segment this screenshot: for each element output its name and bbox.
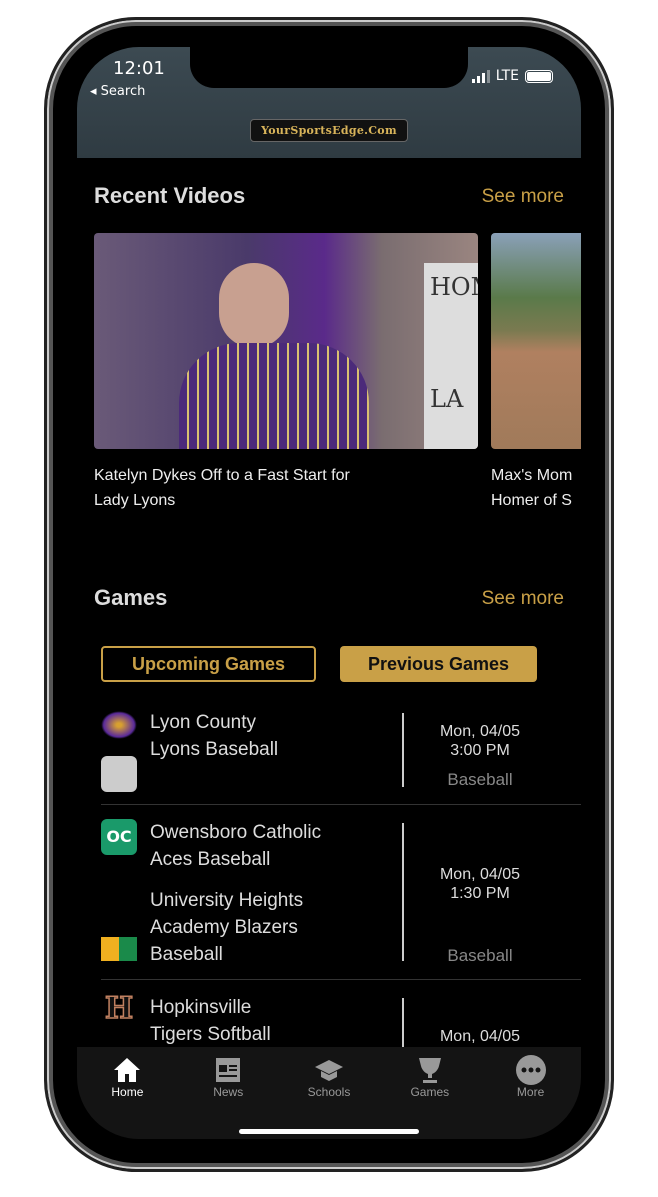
newspaper-icon: [178, 1055, 279, 1085]
tab-label: Schools: [307, 1085, 351, 1099]
tab-label: More: [516, 1085, 545, 1099]
divider: [402, 823, 404, 961]
game-date: Mon, 04/05: [439, 1028, 521, 1045]
games-see-more[interactable]: See more: [482, 588, 564, 610]
back-label: Search: [100, 84, 146, 99]
tab-label: Games: [410, 1085, 450, 1099]
home-indicator[interactable]: [239, 1129, 419, 1134]
game-row[interactable]: H Hopkinsville Tigers Softball Mon, 04/0…: [101, 991, 581, 1058]
thumbnail-sign: HOM LA: [424, 263, 478, 449]
row-separator: [101, 804, 581, 805]
game-date: Mon, 04/05: [439, 723, 521, 740]
tab-bar: Home News Schools Games More: [77, 1047, 581, 1139]
graduation-cap-icon: [279, 1055, 380, 1085]
team-name: Hopkinsville Tigers Softball: [150, 997, 271, 1045]
game-sport: Baseball: [447, 946, 513, 965]
back-to-search[interactable]: ◂ Search: [90, 84, 145, 99]
status-time: 12:01: [113, 58, 165, 79]
network-label: LTE: [495, 68, 519, 84]
trophy-icon: [379, 1055, 480, 1085]
tab-upcoming-games[interactable]: Upcoming Games: [101, 646, 316, 682]
battery-icon: [525, 69, 553, 83]
thumbnail-face: [219, 263, 289, 348]
game-sport: Baseball: [447, 770, 513, 789]
owensboro-catholic-logo: OC: [101, 819, 137, 855]
video-thumbnail[interactable]: HOM LA: [94, 233, 478, 449]
tab-more[interactable]: More: [480, 1047, 581, 1139]
tab-news[interactable]: News: [178, 1047, 279, 1139]
video-title[interactable]: Katelyn Dykes Off to a Fast Start for La…: [94, 463, 484, 513]
recent-videos-see-more[interactable]: See more: [482, 186, 564, 208]
more-icon: [480, 1055, 581, 1085]
game-time: 1:30 PM: [450, 885, 510, 902]
no-image-logo: [101, 756, 137, 792]
divider: [402, 713, 404, 787]
game-time: 3:00 PM: [450, 742, 510, 759]
hopkinsville-logo: H: [104, 991, 134, 1026]
recent-videos-title: Recent Videos: [94, 183, 246, 208]
tab-home[interactable]: Home: [77, 1047, 178, 1139]
tab-previous-games[interactable]: Previous Games: [340, 646, 537, 682]
home-icon: [77, 1055, 178, 1085]
status-icons: LTE: [471, 68, 553, 84]
university-heights-logo: [101, 937, 137, 961]
notch: [190, 47, 468, 88]
team-name: Owensboro Catholic Aces Baseball: [150, 822, 322, 870]
team-name: University Heights Academy Blazers Baseb…: [150, 890, 304, 965]
lyon-county-logo: [101, 711, 137, 739]
signal-icon: [471, 69, 490, 83]
video-thumbnail[interactable]: [491, 233, 581, 449]
games-title: Games: [94, 585, 168, 610]
app-screen: 12:01 ◂ Search LTE YourSportsEdge.Com Re…: [77, 47, 581, 1139]
game-row[interactable]: Lyon County Lyons Baseball Mon, 04/05 3:…: [101, 709, 581, 805]
video-title[interactable]: Max's Mom Homer of S: [491, 463, 581, 513]
tab-label: Home: [111, 1085, 144, 1099]
header: 12:01 ◂ Search LTE YourSportsEdge.Com: [77, 47, 581, 158]
game-row[interactable]: OC Owensboro Catholic Aces Baseball Univ…: [101, 819, 581, 981]
site-logo[interactable]: YourSportsEdge.Com: [250, 119, 408, 142]
tab-games[interactable]: Games: [379, 1047, 480, 1139]
team-name: Lyon County Lyons Baseball: [150, 712, 279, 760]
thumbnail-jersey: [179, 343, 369, 449]
row-separator: [101, 979, 581, 980]
tab-schools[interactable]: Schools: [279, 1047, 380, 1139]
tab-label: News: [213, 1085, 244, 1099]
game-date: Mon, 04/05: [439, 866, 521, 883]
